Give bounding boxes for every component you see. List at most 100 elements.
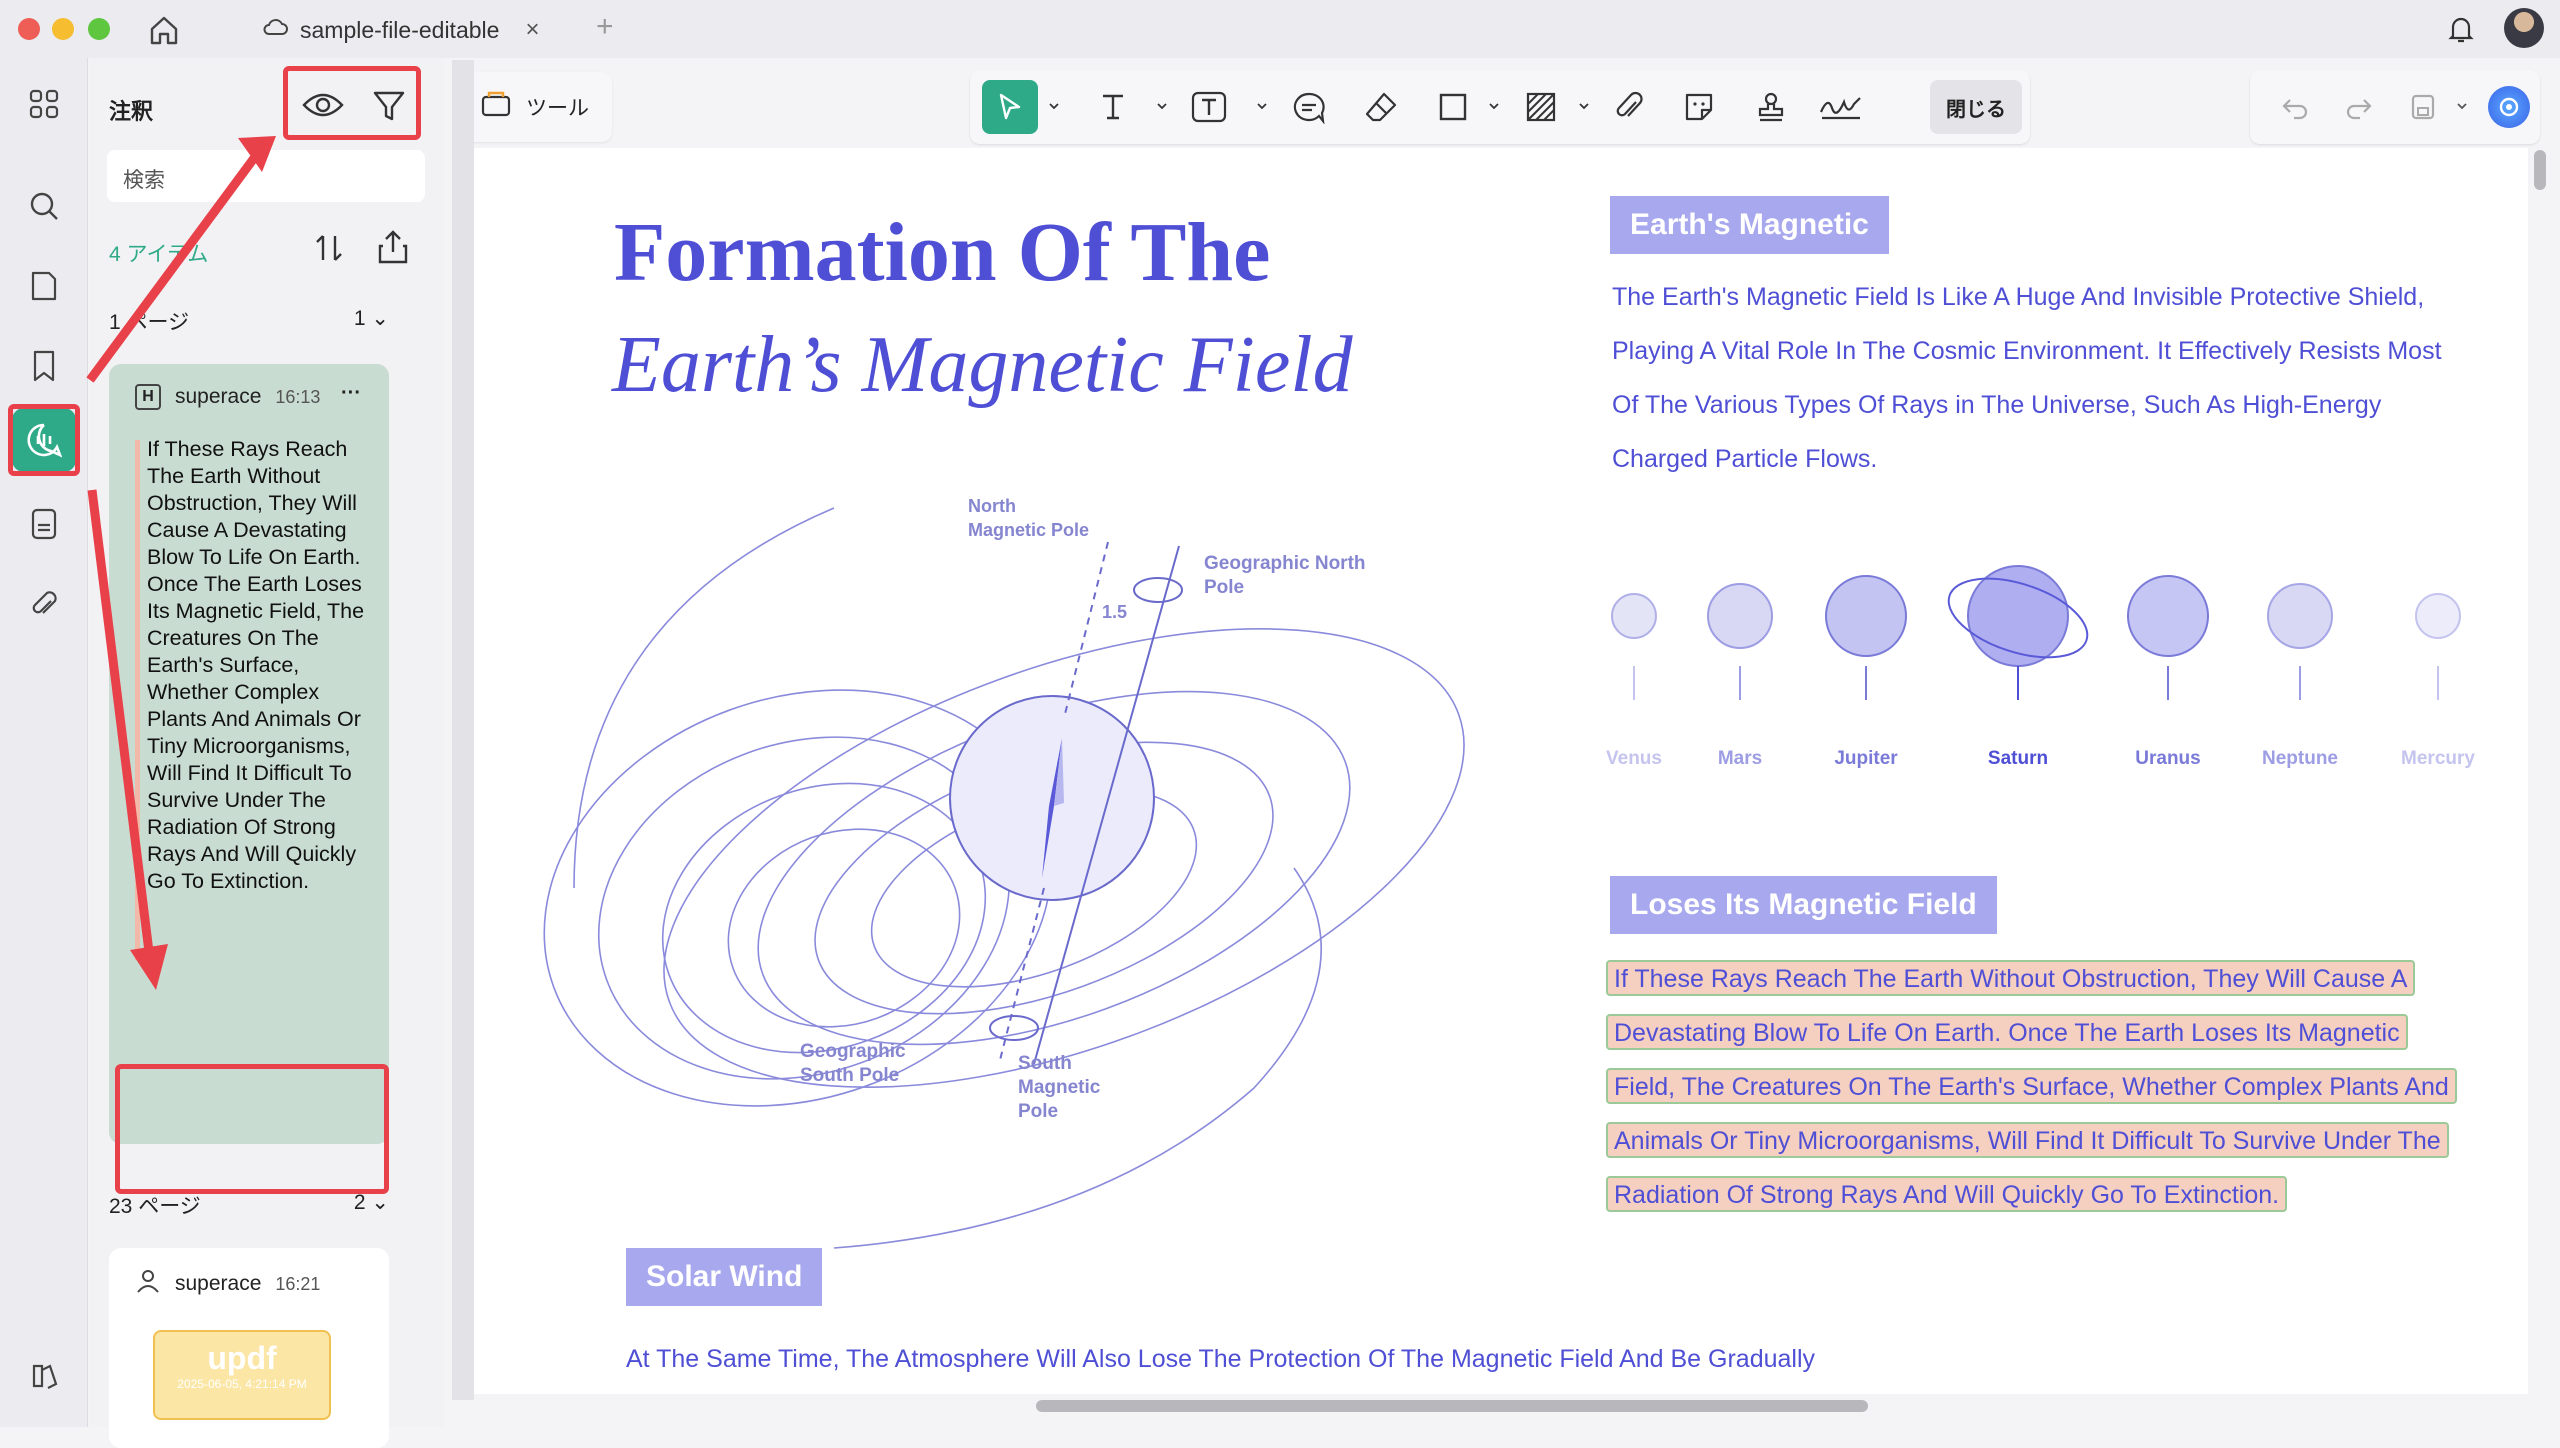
horizontal-scrollbar[interactable] [1036, 1400, 1868, 1412]
paragraph-line: Charged Particle Flows. [1612, 445, 1878, 473]
section-heading: Loses Its Magnetic Field [1610, 876, 1997, 934]
planet-uranus [2127, 575, 2209, 657]
stamp-user-icon [135, 1268, 161, 1300]
eraser-icon [1365, 92, 1397, 122]
tools-icon [480, 89, 512, 125]
rectangle-icon [1439, 93, 1467, 121]
label-geographic-south-pole: Geographic South Pole [800, 1041, 906, 1086]
stamp-text: updf [207, 1340, 277, 1376]
chevron-down-icon[interactable] [1256, 100, 1268, 112]
label-south-magnetic-pole: South Magnetic Pole [1018, 1053, 1101, 1122]
close-tab-icon[interactable]: × [525, 16, 539, 44]
planet-label: Mars [1717, 748, 1763, 769]
signature-tool-button[interactable] [1816, 82, 1866, 132]
chevron-down-icon[interactable] [1048, 100, 1060, 112]
stamp-tool-button[interactable] [1746, 82, 1796, 132]
redo-icon [2346, 99, 2372, 120]
undo-button[interactable] [2270, 82, 2320, 132]
bell-icon[interactable] [2444, 12, 2478, 46]
history-toolbar [2250, 70, 2540, 144]
section-heading: Solar Wind [626, 1248, 823, 1306]
planet-jupiter [1825, 575, 1907, 657]
highlighted-line[interactable]: Radiation Of Strong Rays And Will Quickl… [1606, 1176, 2288, 1212]
stamp-date: 2025-06-05, 4:21:14 PM [177, 1377, 307, 1391]
document-page: Formation Of The Earth’s Magnetic Field … [474, 148, 2528, 1394]
paragraph-line: Of The Various Types Of Rays in The Univ… [1612, 391, 2382, 419]
annotation-arrows [86, 136, 276, 990]
reply-highlight [115, 1064, 389, 1194]
label-north-magnetic-pole: North Magnetic Pole [968, 496, 1090, 540]
save-button[interactable] [2398, 82, 2448, 132]
section-heading: Earth's Magnetic [1610, 196, 1889, 254]
select-tool-button[interactable] [982, 80, 1038, 134]
highlighted-line[interactable]: Field, The Creatures On The Earth's Surf… [1606, 1068, 2457, 1104]
hatch-icon [1526, 92, 1556, 122]
chevron-down-icon[interactable] [1578, 100, 1590, 112]
planet-label: Neptune [2262, 748, 2338, 769]
chevron-down-icon[interactable] [1156, 100, 1168, 112]
chevron-down-icon[interactable] [1488, 100, 1500, 112]
planet-neptune [2267, 583, 2333, 649]
planet-label: Saturn [1987, 748, 2049, 769]
paperclip-icon [1616, 91, 1643, 117]
textbox-icon [1191, 91, 1227, 123]
stamp-preview: updf 2025-06-05, 4:21:14 PM [153, 1330, 331, 1420]
sticker-tool-button[interactable] [1674, 82, 1724, 132]
save-icon [2411, 94, 2435, 120]
paragraph-line: Playing A Vital Role In The Cosmic Envir… [1612, 337, 2442, 365]
attach-tool-button[interactable] [1604, 82, 1654, 132]
planets-illustration [1611, 565, 2461, 700]
section-paragraph: The Earth's Magnetic Field Is Like A Hug… [1612, 270, 2492, 486]
highlighted-line[interactable]: Devastating Blow To Life On Earth. Once … [1606, 1014, 2408, 1050]
annotation-toolbar: 閉じる [970, 70, 2030, 144]
group-count: 2 ⌄ [353, 1191, 389, 1214]
planet-saturn [1967, 565, 2069, 667]
paragraph-line: The Earth's Magnetic Field Is Like A Hug… [1612, 283, 2425, 311]
document-scrollbar[interactable] [2534, 150, 2546, 190]
layers-icon[interactable] [22, 1354, 66, 1398]
tools-label: ツール [526, 97, 589, 120]
document-title-line-1: Formation Of The [614, 206, 1271, 299]
label-geographic-north-pole: Geographic North Pole [1204, 553, 1366, 598]
magnetic-field-diagram [543, 507, 1465, 1249]
shape-tool-button[interactable] [1428, 82, 1478, 132]
card-time: 16:21 [275, 1273, 321, 1294]
planet-venus [1611, 593, 1657, 639]
ai-assistant-button[interactable] [2488, 86, 2530, 128]
planet-label: Venus [1606, 748, 1662, 769]
page-gutter [452, 60, 474, 1400]
stamp-icon [1758, 92, 1784, 122]
card-user: superace [175, 1272, 262, 1295]
highlighted-line[interactable]: If These Rays Reach The Earth Without Ob… [1606, 960, 2416, 996]
annotation-card[interactable]: superace 16:21 updf 2025-06-05, 4:21:14 … [109, 1248, 389, 1448]
text-icon [1103, 94, 1123, 120]
planet-mars [1707, 583, 1773, 649]
planet-label: Mercury [2401, 748, 2475, 769]
highlighted-line[interactable]: Animals Or Tiny Microorganisms, Will Fin… [1606, 1122, 2449, 1158]
group-page-23[interactable]: 23 ページ 2 ⌄ [109, 1190, 389, 1220]
tools-button[interactable]: ツール [462, 72, 612, 142]
new-tab-icon[interactable]: + [596, 10, 614, 44]
textbox-tool-button[interactable] [1184, 82, 1234, 132]
section-paragraph: At The Same Time, The Atmosphere Will Al… [626, 1345, 1816, 1373]
avatar[interactable] [2504, 8, 2544, 48]
card-header: superace 16:21 [135, 1268, 320, 1300]
comment-icon [1293, 92, 1325, 124]
comment-tool-button[interactable] [1284, 82, 1334, 132]
eraser-tool-button[interactable] [1356, 82, 1406, 132]
redo-button[interactable] [2334, 82, 2384, 132]
document-title-line-2: Earth’s Magnetic Field [612, 321, 1353, 409]
planet-mercury [2415, 593, 2461, 639]
label-angle: 1.5 [1102, 602, 1128, 622]
signature-icon [1819, 97, 1861, 120]
group-page-label: 23 ページ [109, 1195, 201, 1218]
planet-label: Uranus [2135, 748, 2201, 769]
planet-label: Jupiter [1834, 748, 1898, 769]
cursor-icon [999, 93, 1021, 120]
chevron-down-icon[interactable] [2456, 100, 2468, 112]
area-tool-button[interactable] [1516, 82, 1566, 132]
close-annotation-button[interactable]: 閉じる [1930, 80, 2022, 134]
undo-icon [2282, 99, 2308, 120]
ai-icon [2499, 97, 2519, 117]
text-tool-button[interactable] [1088, 82, 1138, 132]
